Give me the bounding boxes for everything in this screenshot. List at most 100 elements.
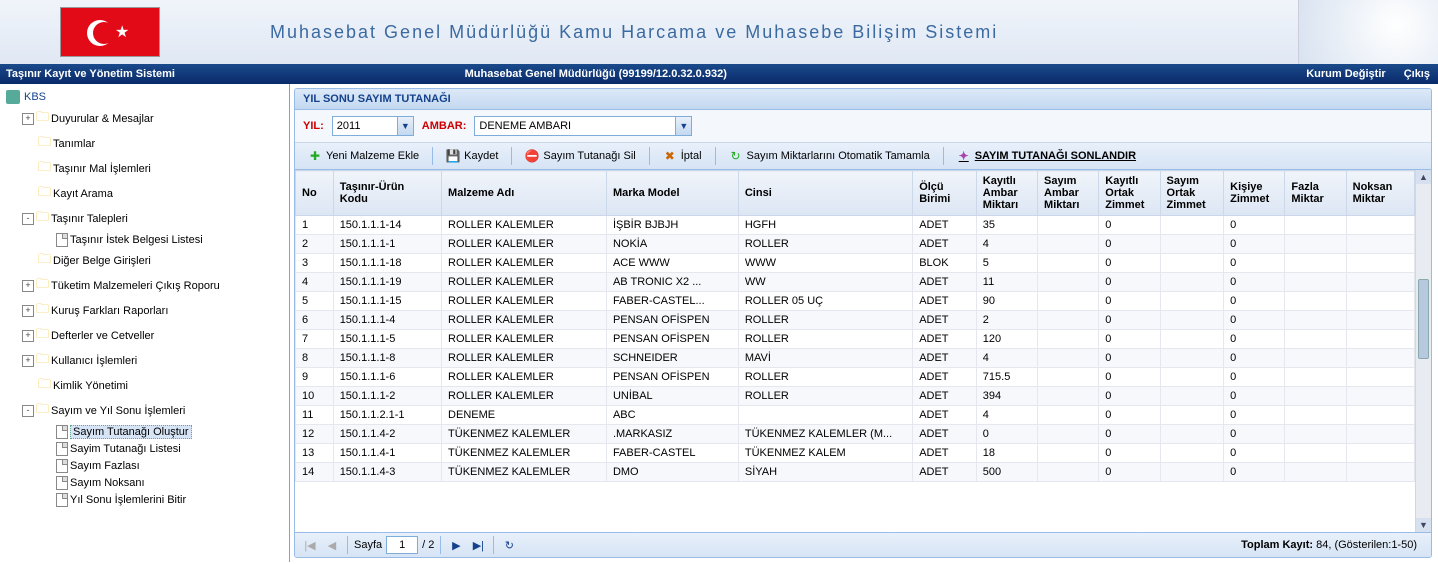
- table-row[interactable]: 12150.1.1.4-2TÜKENMEZ KALEMLER.MARKASIZT…: [296, 425, 1415, 444]
- cell-fm[interactable]: [1285, 235, 1346, 254]
- cell-mal[interactable]: ROLLER KALEMLER: [442, 235, 607, 254]
- scroll-thumb[interactable]: [1418, 279, 1429, 359]
- cell-cin[interactable]: ROLLER 05 UÇ: [738, 292, 912, 311]
- tree-item[interactable]: Sayım Tutanağı Oluştur: [2, 423, 287, 440]
- expand-icon[interactable]: +: [22, 355, 34, 367]
- cell-mal[interactable]: ROLLER KALEMLER: [442, 292, 607, 311]
- cell-kz[interactable]: 0: [1224, 311, 1285, 330]
- cell-koz[interactable]: 0: [1099, 368, 1160, 387]
- cell-cin[interactable]: ROLLER: [738, 235, 912, 254]
- cell-fm[interactable]: [1285, 349, 1346, 368]
- cell-kod[interactable]: 150.1.1.1-1: [333, 235, 441, 254]
- table-row[interactable]: 9150.1.1.1-6ROLLER KALEMLERPENSAN OFİSPE…: [296, 368, 1415, 387]
- cell-mal[interactable]: ROLLER KALEMLER: [442, 349, 607, 368]
- col-kam[interactable]: Kayıtlı Ambar Miktarı: [976, 171, 1037, 216]
- cell-olb[interactable]: ADET: [913, 216, 977, 235]
- cell-koz[interactable]: 0: [1099, 387, 1160, 406]
- cell-kod[interactable]: 150.1.1.1-2: [333, 387, 441, 406]
- col-no[interactable]: No: [296, 171, 334, 216]
- cell-mal[interactable]: ROLLER KALEMLER: [442, 216, 607, 235]
- cell-kod[interactable]: 150.1.1.1-8: [333, 349, 441, 368]
- table-row[interactable]: 7150.1.1.1-5ROLLER KALEMLERPENSAN OFİSPE…: [296, 330, 1415, 349]
- delete-report-button[interactable]: ⛔Sayım Tutanağı Sil: [518, 146, 642, 166]
- cell-olb[interactable]: ADET: [913, 292, 977, 311]
- cell-kam[interactable]: 90: [976, 292, 1037, 311]
- cell-cin[interactable]: WWW: [738, 254, 912, 273]
- cell-kz[interactable]: 0: [1224, 273, 1285, 292]
- cell-kz[interactable]: 0: [1224, 444, 1285, 463]
- cell-kod[interactable]: 150.1.1.1-5: [333, 330, 441, 349]
- cell-koz[interactable]: 0: [1099, 292, 1160, 311]
- logout-link[interactable]: Çıkış: [1404, 68, 1430, 80]
- cell-kam[interactable]: 4: [976, 349, 1037, 368]
- col-soz[interactable]: Sayım Ortak Zimmet: [1160, 171, 1224, 216]
- scroll-down-icon[interactable]: ▼: [1416, 518, 1431, 532]
- expand-icon[interactable]: +: [22, 113, 34, 125]
- cell-cin[interactable]: TÜKENMEZ KALEMLER (M...: [738, 425, 912, 444]
- cell-nm[interactable]: [1346, 463, 1414, 482]
- expand-icon[interactable]: +: [22, 330, 34, 342]
- table-row[interactable]: 1150.1.1.1-14ROLLER KALEMLERİŞBİR BJBJHH…: [296, 216, 1415, 235]
- cell-cin[interactable]: ROLLER: [738, 330, 912, 349]
- cell-cin[interactable]: TÜKENMEZ KALEM: [738, 444, 912, 463]
- cell-no[interactable]: 1: [296, 216, 334, 235]
- col-mar[interactable]: Marka Model: [606, 171, 738, 216]
- cell-soz[interactable]: [1160, 349, 1224, 368]
- finalize-report-button[interactable]: ✦SAYIM TUTANAĞI SONLANDIR: [950, 146, 1143, 166]
- cell-kam[interactable]: 4: [976, 235, 1037, 254]
- cell-soz[interactable]: [1160, 406, 1224, 425]
- cell-nm[interactable]: [1346, 273, 1414, 292]
- cell-koz[interactable]: 0: [1099, 444, 1160, 463]
- cell-kod[interactable]: 150.1.1.1-4: [333, 311, 441, 330]
- cell-olb[interactable]: ADET: [913, 311, 977, 330]
- refresh-button[interactable]: ↻: [500, 536, 518, 554]
- cell-cin[interactable]: ROLLER: [738, 387, 912, 406]
- tree-item[interactable]: +🗀Kullanıcı İşlemleri: [2, 348, 287, 373]
- expand-icon[interactable]: +: [22, 305, 34, 317]
- cell-cin[interactable]: HGFH: [738, 216, 912, 235]
- cell-kod[interactable]: 150.1.1.1-15: [333, 292, 441, 311]
- tree-root[interactable]: KBS: [2, 88, 287, 106]
- cell-soz[interactable]: [1160, 254, 1224, 273]
- last-page-button[interactable]: ▶|: [469, 536, 487, 554]
- cell-koz[interactable]: 0: [1099, 273, 1160, 292]
- cell-no[interactable]: 8: [296, 349, 334, 368]
- cell-kz[interactable]: 0: [1224, 292, 1285, 311]
- cell-kam[interactable]: 35: [976, 216, 1037, 235]
- cell-cin[interactable]: WW: [738, 273, 912, 292]
- cell-no[interactable]: 12: [296, 425, 334, 444]
- cell-kod[interactable]: 150.1.1.1-19: [333, 273, 441, 292]
- cell-no[interactable]: 14: [296, 463, 334, 482]
- tree-item[interactable]: -🗀Sayım ve Yıl Sonu İşlemleri: [2, 398, 287, 423]
- cell-nm[interactable]: [1346, 425, 1414, 444]
- tree-item[interactable]: +🗀Duyurular & Mesajlar: [2, 106, 287, 131]
- cell-kz[interactable]: 0: [1224, 254, 1285, 273]
- cell-mar[interactable]: ABC: [606, 406, 738, 425]
- col-fm[interactable]: Fazla Miktar: [1285, 171, 1346, 216]
- cell-mal[interactable]: DENEME: [442, 406, 607, 425]
- page-input[interactable]: [386, 536, 418, 554]
- cell-fm[interactable]: [1285, 444, 1346, 463]
- auto-fill-button[interactable]: ↻Sayım Miktarlarını Otomatik Tamamla: [722, 146, 937, 166]
- tree-item[interactable]: Sayım Noksanı: [2, 474, 287, 491]
- cell-kam[interactable]: 18: [976, 444, 1037, 463]
- cell-olb[interactable]: ADET: [913, 330, 977, 349]
- cell-mar[interactable]: AB TRONIC X2 ...: [606, 273, 738, 292]
- cell-kz[interactable]: 0: [1224, 368, 1285, 387]
- cell-nm[interactable]: [1346, 254, 1414, 273]
- tree-item[interactable]: -🗀Taşınır Talepleri: [2, 206, 287, 231]
- cell-no[interactable]: 6: [296, 311, 334, 330]
- cell-sam[interactable]: [1038, 311, 1099, 330]
- cell-olb[interactable]: ADET: [913, 368, 977, 387]
- cell-no[interactable]: 5: [296, 292, 334, 311]
- cell-soz[interactable]: [1160, 463, 1224, 482]
- tree-item[interactable]: +🗀Defterler ve Cetveller: [2, 323, 287, 348]
- cell-no[interactable]: 4: [296, 273, 334, 292]
- cell-no[interactable]: 3: [296, 254, 334, 273]
- cell-olb[interactable]: ADET: [913, 349, 977, 368]
- cancel-button[interactable]: ✖İptal: [656, 146, 709, 166]
- table-row[interactable]: 4150.1.1.1-19ROLLER KALEMLERAB TRONIC X2…: [296, 273, 1415, 292]
- cell-mal[interactable]: TÜKENMEZ KALEMLER: [442, 463, 607, 482]
- cell-mar[interactable]: PENSAN OFİSPEN: [606, 368, 738, 387]
- cell-kz[interactable]: 0: [1224, 235, 1285, 254]
